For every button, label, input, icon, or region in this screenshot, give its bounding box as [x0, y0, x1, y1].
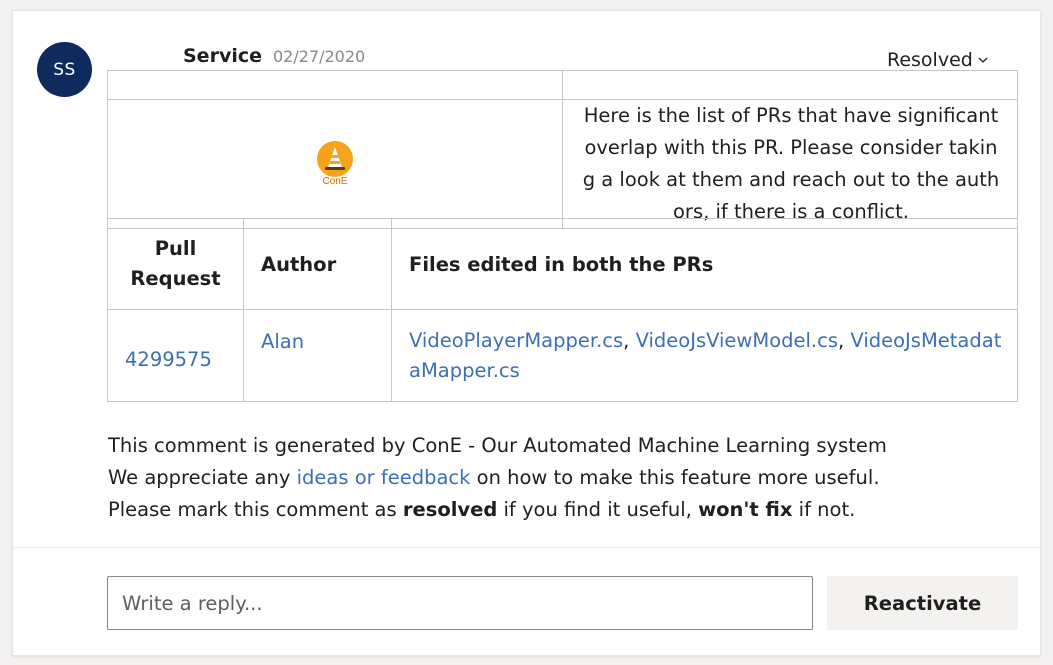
avatar-initials: SS [53, 59, 76, 80]
author-cell: Alan [243, 309, 392, 402]
reactivate-button[interactable]: Reactivate [827, 576, 1018, 630]
pr-overlap-table: Pull Request Author Files edited in both… [107, 218, 1018, 402]
footer-text: on how to make this feature more useful. [470, 466, 880, 489]
footer-text: if you find it useful, [497, 498, 699, 521]
file-separator: , [623, 328, 636, 352]
cone-logo: ConE [317, 141, 353, 187]
empty-cell [107, 70, 563, 100]
column-header-files: Files edited in both the PRs [391, 218, 1018, 310]
pull-request-link[interactable]: 4299575 [125, 348, 212, 371]
traffic-cone-icon [317, 141, 353, 177]
footer-text: if not. [792, 498, 856, 521]
cone-message: Here is the list of PRs that have signif… [562, 99, 1018, 229]
footer-bold-wont-fix: won't fix [698, 498, 793, 521]
chevron-down-icon [978, 57, 988, 63]
footer-line-1: This comment is generated by ConE - Our … [108, 434, 887, 457]
file-link[interactable]: VideoJsViewModel.cs [636, 329, 838, 352]
file-separator: , [838, 328, 851, 352]
cone-message-table: ConE Here is the list of PRs that have s… [107, 70, 1018, 229]
status-label: Resolved [887, 49, 973, 71]
file-link[interactable]: VideoPlayerMapper.cs [409, 329, 623, 352]
status-dropdown[interactable]: Resolved [887, 49, 989, 71]
column-header-author: Author [243, 218, 392, 310]
footer-line-3: Please mark this comment as resolved if … [108, 494, 887, 526]
comment-date: 02/27/2020 [273, 47, 366, 66]
cone-logo-label: ConE [322, 176, 348, 187]
feedback-link[interactable]: ideas or feedback [297, 466, 471, 489]
pull-request-cell: 4299575 [107, 309, 244, 402]
avatar[interactable]: SS [37, 42, 92, 97]
column-header-pull-request: Pull Request [107, 218, 244, 310]
comment-footer: This comment is generated by ConE - Our … [108, 430, 887, 526]
comment-card: SS Service 02/27/2020 Resolved ConE Here… [12, 10, 1041, 656]
footer-text: Please mark this comment as [108, 498, 403, 521]
table-header-row: Pull Request Author Files edited in both… [107, 218, 1018, 310]
divider [13, 547, 1040, 548]
empty-cell [562, 70, 1018, 100]
table-row: 4299575 Alan VideoPlayerMapper.cs, Video… [107, 309, 1018, 402]
footer-line-2: We appreciate any ideas or feedback on h… [108, 462, 887, 494]
footer-bold-resolved: resolved [402, 498, 498, 521]
files-cell: VideoPlayerMapper.cs, VideoJsViewModel.c… [391, 309, 1018, 402]
reply-input[interactable] [107, 576, 813, 630]
footer-text: We appreciate any [108, 466, 297, 489]
author-link[interactable]: Alan [261, 330, 304, 353]
comment-author: Service [183, 45, 262, 67]
cone-logo-cell: ConE [107, 99, 563, 229]
